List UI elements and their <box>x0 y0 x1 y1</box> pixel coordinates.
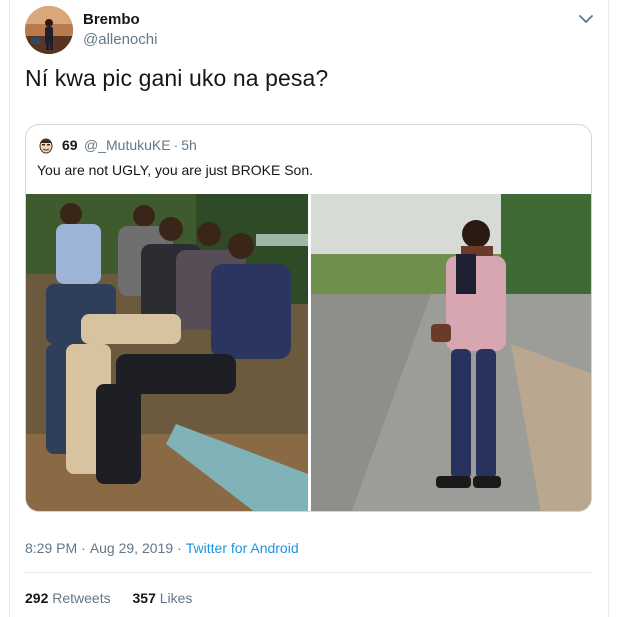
author-display-name[interactable]: Brembo <box>83 11 140 28</box>
separator-dot: · <box>177 540 182 556</box>
chevron-down-icon[interactable] <box>575 8 597 30</box>
engagement-stats: 292 Retweets 357 Likes <box>25 590 210 606</box>
likes-stat[interactable]: 357 Likes <box>133 590 193 606</box>
quoted-author-name: 69 <box>62 137 78 153</box>
separator-dot: · <box>173 137 179 153</box>
quoted-photo-group[interactable] <box>26 194 308 511</box>
column-border-left <box>9 0 10 617</box>
tweet-detail: Brembo @allenochi Ní kwa pic gani uko na… <box>0 0 617 617</box>
quoted-author-handle: @_MutukuKE <box>84 137 171 153</box>
quoted-tweet-text: You are not UGLY, you are just BROKE Son… <box>37 162 314 178</box>
quoted-author-meta: @_MutukuKE · 5h <box>84 137 197 153</box>
retweets-stat[interactable]: 292 Retweets <box>25 590 111 606</box>
quoted-tweet-card[interactable]: 69 @_MutukuKE · 5h You are not UGLY, you a… <box>25 124 592 512</box>
quoted-photo-single[interactable] <box>311 194 591 511</box>
separator-dot: · <box>81 540 86 556</box>
tweet-source-link[interactable]: Twitter for Android <box>186 540 299 556</box>
likes-label: Likes <box>159 590 193 606</box>
tweet-timestamp-line: 8:29 PM · Aug 29, 2019 · Twitter for Android <box>25 540 299 556</box>
retweets-label: Retweets <box>52 590 111 606</box>
face-emoji-icon <box>38 136 54 154</box>
column-border-right <box>608 0 609 617</box>
author-handle[interactable]: @allenochi <box>83 31 157 48</box>
likes-count: 357 <box>132 590 156 606</box>
quoted-tweet-age: 5h <box>181 137 197 153</box>
tweet-time[interactable]: 8:29 PM <box>25 540 77 556</box>
retweets-count: 292 <box>25 590 49 606</box>
divider <box>25 572 592 573</box>
tweet-date[interactable]: Aug 29, 2019 <box>90 540 173 556</box>
tweet-text: Ní kwa pic gani uko na pesa? <box>25 65 329 91</box>
author-avatar[interactable] <box>25 6 73 54</box>
